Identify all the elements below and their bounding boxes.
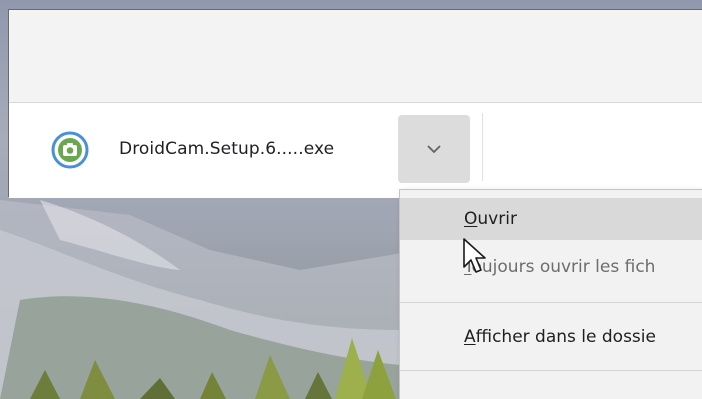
download-item[interactable]: DroidCam.Setup.6.....exe (9, 103, 397, 198)
download-file-name: DroidCam.Setup.6.....exe (119, 139, 335, 159)
chevron-down-icon (427, 145, 441, 154)
download-context-menu: Ouvrir Toujours ouvrir les fich Afficher… (399, 189, 702, 399)
menu-item-open-mnemonic: O (464, 209, 478, 229)
download-shelf: DroidCam.Setup.6.....exe (9, 103, 702, 198)
menu-separator (400, 370, 702, 371)
menu-separator (400, 302, 702, 303)
menu-item-open[interactable]: Ouvrir (400, 198, 702, 240)
menu-item-show-in-folder-label: fficher dans le dossie (475, 327, 656, 347)
menu-item-always-open-label: oujours ouvrir les fich (471, 257, 656, 277)
menu-item-always-open[interactable]: Toujours ouvrir les fich (400, 246, 702, 288)
menu-item-show-in-folder[interactable]: Afficher dans le dossie (400, 316, 702, 358)
shelf-divider (482, 113, 483, 181)
browser-window: DroidCam.Setup.6.....exe (8, 9, 702, 198)
browser-page-area (9, 10, 702, 103)
menu-item-always-open-mnemonic: T (464, 257, 472, 277)
menu-item-open-label: uvrir (477, 209, 517, 229)
menu-item-show-in-folder-mnemonic: A (464, 327, 476, 347)
download-options-button[interactable] (398, 115, 470, 183)
droidcam-app-icon (51, 131, 89, 169)
